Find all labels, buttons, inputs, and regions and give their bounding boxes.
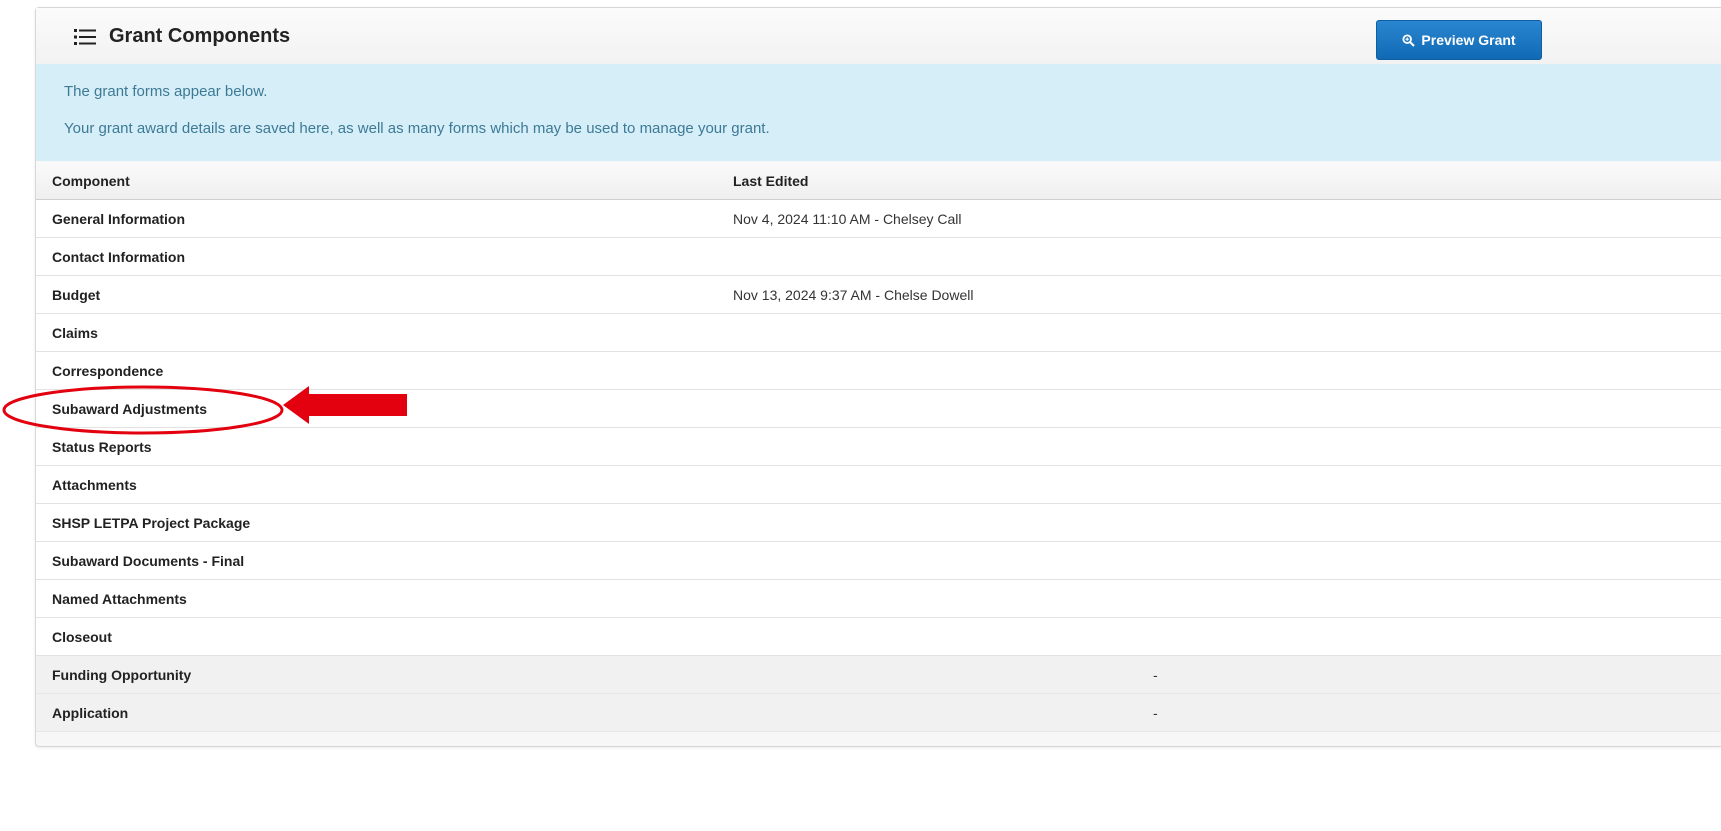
table-row[interactable]: General Information Nov 4, 2024 11:10 AM… [36,199,1721,238]
grant-components-panel: Grant Components Preview Grant The grant… [35,7,1721,747]
table-row[interactable]: Status Reports [36,427,1721,466]
extra-cell [1153,617,1721,656]
table-row[interactable]: Application - [36,693,1721,732]
extra-cell [1153,541,1721,580]
extra-cell [1153,199,1721,238]
component-link[interactable]: Named Attachments [52,591,187,607]
component-link[interactable]: Subaward Adjustments [52,401,207,417]
last-edited-cell [733,465,1153,504]
extra-cell [1153,579,1721,618]
extra-cell [1153,465,1721,504]
table-row[interactable]: Closeout [36,617,1721,656]
last-edited-cell [733,579,1153,618]
component-link[interactable]: Application [52,705,128,721]
table-row[interactable]: SHSP LETPA Project Package [36,503,1721,542]
last-edited-cell [733,503,1153,542]
table-row[interactable]: Named Attachments [36,579,1721,618]
column-header-component[interactable]: Component [36,162,733,200]
table-row[interactable]: Attachments [36,465,1721,504]
extra-cell [1153,427,1721,466]
extra-cell: - [1153,693,1721,732]
table-header-row: Component Last Edited [36,162,1721,200]
component-link[interactable]: General Information [52,211,185,227]
component-link[interactable]: Claims [52,325,98,341]
component-link[interactable]: Budget [52,287,100,303]
extra-cell [1153,275,1721,314]
table-row[interactable]: Funding Opportunity - [36,655,1721,694]
last-edited-cell [733,541,1153,580]
table-row[interactable]: Budget Nov 13, 2024 9:37 AM - Chelse Dow… [36,275,1721,314]
panel-header: Grant Components Preview Grant [36,8,1721,65]
column-header-extra [1153,162,1721,200]
last-edited-cell [733,313,1153,352]
component-link[interactable]: Closeout [52,629,112,645]
panel-title: Grant Components [109,25,291,47]
extra-cell [1153,237,1721,276]
extra-cell [1153,503,1721,542]
last-edited-cell [733,237,1153,276]
magnifier-icon [1402,33,1416,47]
extra-cell [1153,313,1721,352]
component-link[interactable]: Subaward Documents - Final [52,553,244,569]
last-edited-cell: Nov 4, 2024 11:10 AM - Chelsey Call [733,199,1153,238]
info-text-line1: The grant forms appear below. [64,83,268,100]
last-edited-cell [733,427,1153,466]
last-edited-cell: Nov 13, 2024 9:37 AM - Chelse Dowell [733,275,1153,314]
info-text-line2: Your grant award details are saved here,… [64,120,770,137]
extra-cell [1153,351,1721,390]
last-edited-cell [733,617,1153,656]
extra-cell [1153,389,1721,428]
info-alert: The grant forms appear below. Your grant… [36,64,1721,161]
last-edited-cell [733,655,1153,694]
last-edited-cell [733,693,1153,732]
preview-grant-label: Preview Grant [1421,32,1516,48]
component-link[interactable]: Correspondence [52,363,163,379]
table-row[interactable]: Claims [36,313,1721,352]
last-edited-cell [733,351,1153,390]
table-row[interactable]: Correspondence [36,351,1721,390]
component-link[interactable]: Funding Opportunity [52,667,191,683]
last-edited-cell [733,389,1153,428]
table-row[interactable]: Subaward Adjustments [36,389,1721,428]
list-icon [74,29,96,45]
components-table: Component Last Edited General Informatio… [36,162,1721,732]
table-row[interactable]: Contact Information [36,237,1721,276]
component-link[interactable]: Attachments [52,477,137,493]
component-link[interactable]: Contact Information [52,249,185,265]
column-header-last-edited[interactable]: Last Edited [733,162,1153,200]
preview-grant-button[interactable]: Preview Grant [1376,20,1542,60]
component-link[interactable]: SHSP LETPA Project Package [52,515,250,531]
component-link[interactable]: Status Reports [52,439,152,455]
table-row[interactable]: Subaward Documents - Final [36,541,1721,580]
extra-cell: - [1153,655,1721,694]
